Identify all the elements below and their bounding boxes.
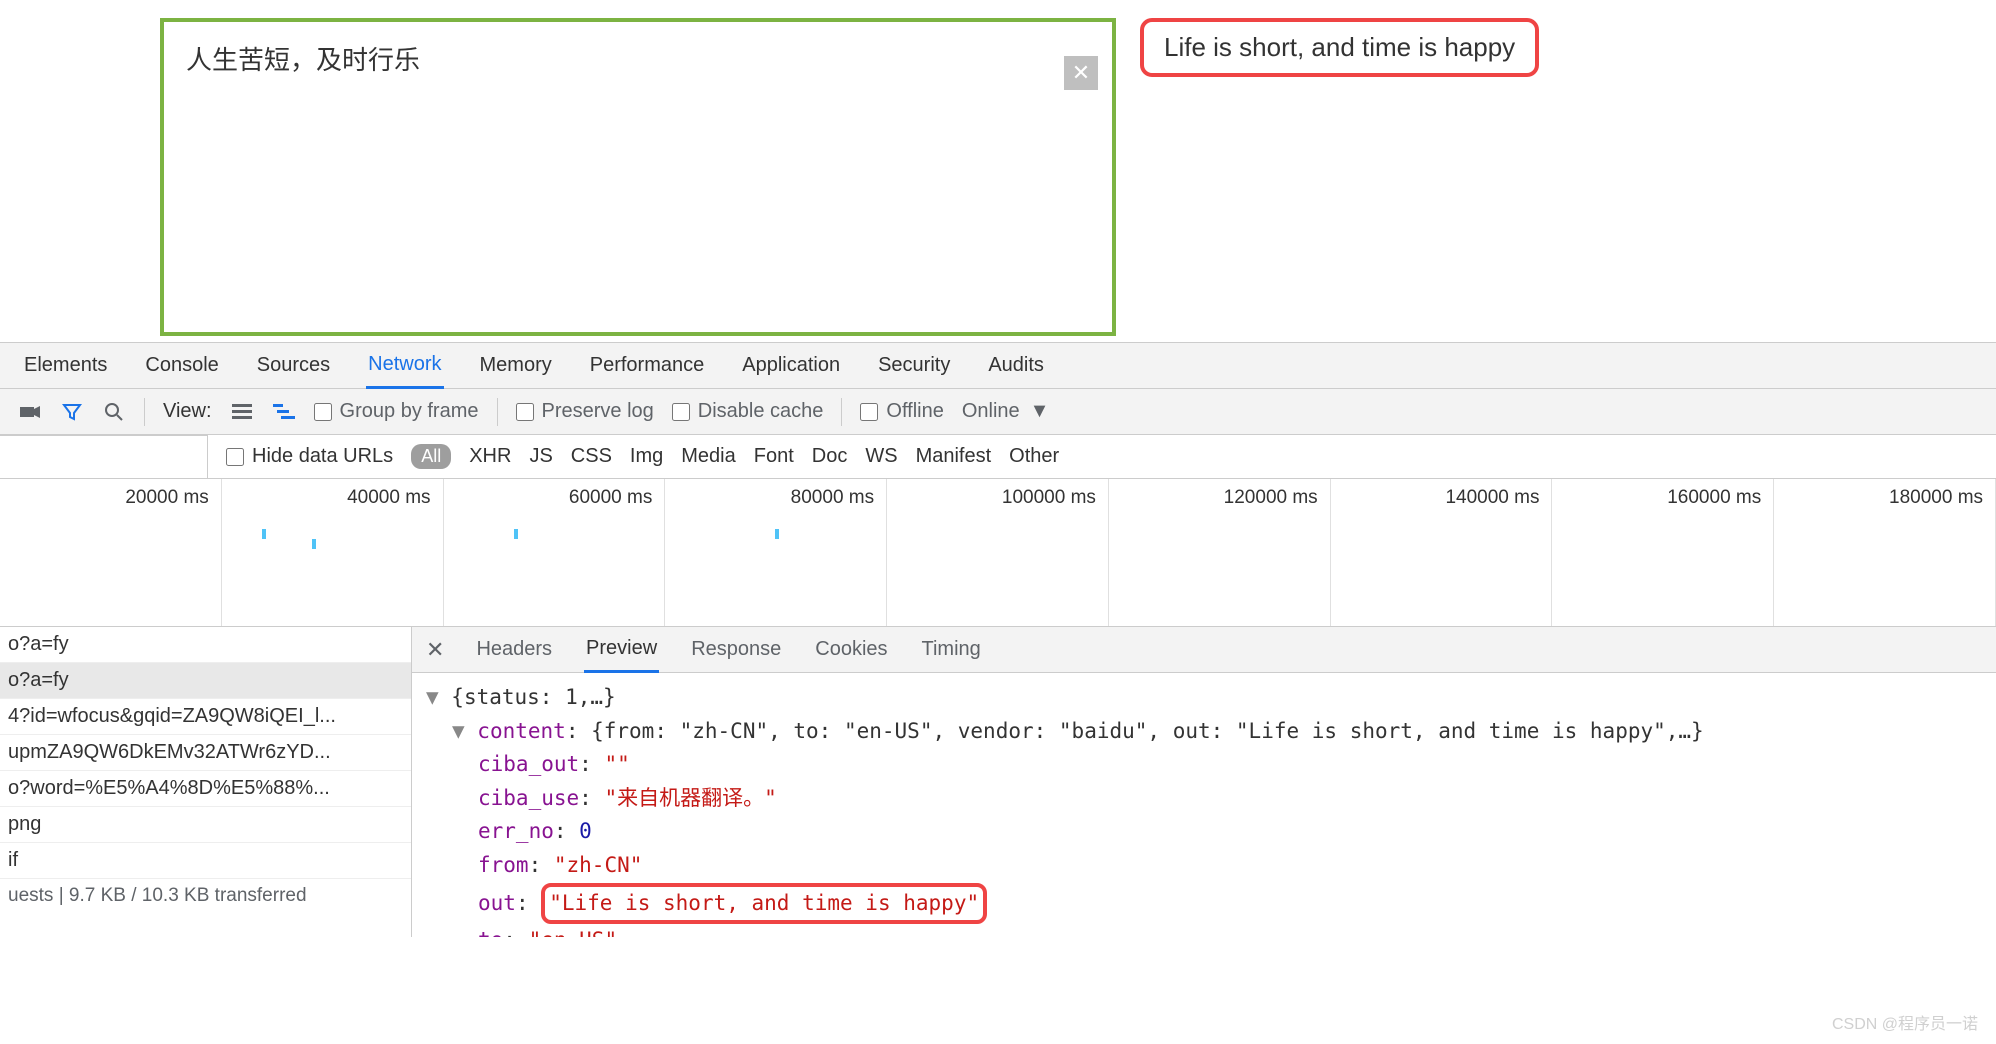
timeline-tick: 140000 ms [1337,487,1546,509]
preview-body[interactable]: ▼ {status: 1,…} ▼ content: {from: "zh-CN… [412,673,1996,937]
watermark: CSDN @程序员一诺 [1832,1010,1978,1034]
detail-tab-preview[interactable]: Preview [584,627,659,673]
request-item[interactable]: if [0,843,411,879]
timeline-tick: 160000 ms [1558,487,1767,509]
timeline-tick: 40000 ms [228,487,437,509]
tab-elements[interactable]: Elements [22,344,109,387]
divider [144,398,145,426]
json-root: {status: 1,…} [451,685,615,709]
request-item[interactable]: png [0,807,411,843]
tab-application[interactable]: Application [740,344,842,387]
timeline-tick: 20000 ms [6,487,215,509]
chevron-down-icon: ▼ [1030,400,1050,423]
json-out: "Life is short, and time is happy" [549,891,979,915]
timeline-tick: 180000 ms [1780,487,1989,509]
filter-doc[interactable]: Doc [812,445,848,468]
json-from: "zh-CN" [554,853,643,877]
request-list: o?a=fy o?a=fy 4?id=wfocus&gqid=ZA9QW8iQE… [0,627,412,937]
waterfall-icon[interactable] [272,400,296,424]
divider [841,398,842,426]
request-item[interactable]: upmZA9QW6DkEMv32ATWr6zYD... [0,735,411,771]
tab-memory[interactable]: Memory [478,344,554,387]
throttling-select[interactable]: Online▼ [962,400,1050,423]
filter-ws[interactable]: WS [865,445,897,468]
hide-data-urls-checkbox[interactable]: Hide data URLs [226,445,393,468]
detail-tabs: ✕ Headers Preview Response Cookies Timin… [412,627,1996,673]
filter-manifest[interactable]: Manifest [916,445,992,468]
request-item[interactable]: 4?id=wfocus&gqid=ZA9QW8iQEI_l... [0,699,411,735]
translate-input-text: 人生苦短，及时行乐 [186,40,1056,77]
network-toolbar: View: Group by frame Preserve log Disabl… [0,389,1996,435]
divider [497,398,498,426]
tab-sources[interactable]: Sources [255,344,332,387]
filter-xhr[interactable]: XHR [469,445,511,468]
timeline-tick: 100000 ms [893,487,1102,509]
close-icon[interactable]: ✕ [426,637,444,663]
filter-icon[interactable] [60,400,84,424]
large-rows-icon[interactable] [230,400,254,424]
translator-area: 人生苦短，及时行乐 ✕ Life is short, and time is h… [0,0,1996,342]
tab-security[interactable]: Security [876,344,952,387]
search-icon[interactable] [102,400,126,424]
devtools-panel: Elements Console Sources Network Memory … [0,342,1996,937]
translate-output-box: Life is short, and time is happy [1140,18,1539,77]
view-label: View: [163,400,212,423]
close-icon[interactable]: ✕ [1064,56,1098,90]
filter-row: Hide data URLs All XHR JS CSS Img Media … [0,435,1996,479]
detail-tab-response[interactable]: Response [689,628,783,671]
timeline-tick: 120000 ms [1115,487,1324,509]
json-err-no: 0 [579,819,592,843]
devtools-tabs: Elements Console Sources Network Memory … [0,343,1996,389]
request-item[interactable]: o?a=fy [0,663,411,699]
disable-cache-checkbox[interactable]: Disable cache [672,400,824,423]
request-item[interactable]: o?a=fy [0,627,411,663]
filter-font[interactable]: Font [754,445,794,468]
tab-performance[interactable]: Performance [588,344,707,387]
json-ciba-out: "" [604,752,629,776]
translate-input-box[interactable]: 人生苦短，及时行乐 ✕ [160,18,1116,336]
filter-css[interactable]: CSS [571,445,612,468]
timeline-tick: 60000 ms [450,487,659,509]
timeline-tick: 80000 ms [671,487,880,509]
network-bottom: o?a=fy o?a=fy 4?id=wfocus&gqid=ZA9QW8iQE… [0,627,1996,937]
translate-output-text: Life is short, and time is happy [1164,32,1515,62]
filter-img[interactable]: Img [630,445,663,468]
tab-console[interactable]: Console [143,344,220,387]
filter-other[interactable]: Other [1009,445,1059,468]
filter-input[interactable] [0,435,208,479]
json-to: "en-US" [529,928,618,937]
json-ciba-use: "来自机器翻译。" [604,786,776,810]
filter-all-pill[interactable]: All [411,444,451,469]
preserve-log-checkbox[interactable]: Preserve log [516,400,654,423]
group-by-frame-checkbox[interactable]: Group by frame [314,400,479,423]
detail-pane: ✕ Headers Preview Response Cookies Timin… [412,627,1996,937]
detail-tab-headers[interactable]: Headers [474,628,554,671]
tab-network[interactable]: Network [366,343,443,389]
requests-status: uests | 9.7 KB / 10.3 KB transferred [0,879,411,913]
json-content-summary: {from: "zh-CN", to: "en-US", vendor: "ba… [591,719,1704,743]
request-item[interactable]: o?word=%E5%A4%8D%E5%88%... [0,771,411,807]
detail-tab-timing[interactable]: Timing [920,628,983,671]
filter-js[interactable]: JS [529,445,552,468]
record-icon[interactable] [18,400,42,424]
tab-audits[interactable]: Audits [986,344,1046,387]
offline-checkbox[interactable]: Offline [860,400,943,423]
filter-media[interactable]: Media [681,445,735,468]
detail-tab-cookies[interactable]: Cookies [813,628,889,671]
timeline-overview[interactable]: 20000 ms 40000 ms 60000 ms 80000 ms 1000… [0,479,1996,627]
